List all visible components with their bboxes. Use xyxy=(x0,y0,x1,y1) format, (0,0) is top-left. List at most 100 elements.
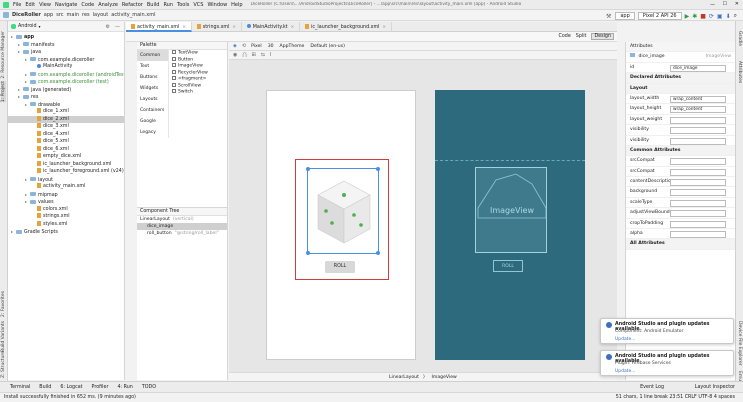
hammer-icon[interactable]: ⚒ xyxy=(606,13,611,20)
magnet-icon[interactable]: ⋂ xyxy=(242,52,246,58)
side-tab-resource-manager[interactable]: 2: Resource Manager xyxy=(1,31,6,79)
attribute-value-field[interactable] xyxy=(670,231,726,239)
update-link[interactable]: Update... xyxy=(615,337,636,342)
close-icon[interactable]: ✕ xyxy=(735,1,739,7)
attribute-value-field[interactable] xyxy=(670,168,726,176)
tree-item[interactable]: strings.xml xyxy=(8,213,124,221)
menu-code[interactable]: Code xyxy=(81,2,94,8)
menu-navigate[interactable]: Navigate xyxy=(55,2,77,8)
tree-item[interactable]: ▸ res xyxy=(8,93,124,101)
debug-icon[interactable]: ✱ xyxy=(692,13,697,20)
tree-item[interactable]: ▸ java xyxy=(8,48,124,56)
close-tab-icon[interactable]: ✕ xyxy=(232,24,235,29)
run-config-select[interactable]: app xyxy=(615,12,635,20)
attribute-value-field[interactable] xyxy=(670,179,726,187)
breadcrumb-file[interactable]: activity_main.xml xyxy=(111,12,155,18)
tree-item[interactable]: ▸ drawable xyxy=(8,101,124,109)
palette-item[interactable]: Switch xyxy=(169,89,227,96)
tree-item[interactable]: styles.xml xyxy=(8,220,124,229)
notification-emulator-update[interactable]: Android Studio and plugin updates availa… xyxy=(600,318,734,344)
sdk-manager-icon[interactable]: ⬇ xyxy=(726,13,731,20)
tree-item[interactable]: activity_main.xml xyxy=(8,183,124,191)
bottom-tab-logcat[interactable]: 6: Logcat xyxy=(60,385,82,390)
stop-icon[interactable]: ■ xyxy=(700,13,706,20)
close-tab-icon[interactable]: ✕ xyxy=(383,24,386,29)
bottom-tab-todo[interactable]: TODO xyxy=(142,385,156,390)
chevron-down-icon[interactable]: ▾ xyxy=(39,24,41,29)
id-field[interactable]: dice_image xyxy=(670,64,726,72)
tree-item[interactable]: dice_3.xml xyxy=(8,123,124,131)
project-view-select[interactable]: Android xyxy=(18,24,37,29)
view-mode-code[interactable]: Code xyxy=(559,34,571,39)
tree-item[interactable]: dice_4.xml xyxy=(8,130,124,139)
editor-tab[interactable]: ic_launcher_background.xml ✕ xyxy=(300,21,392,32)
tree-item[interactable]: dice_1.xml xyxy=(8,108,124,116)
tree-item[interactable]: ▸ app xyxy=(8,33,124,41)
blueprint-preview[interactable]: ImageView ROLL xyxy=(435,90,585,360)
editor-tab[interactable]: MainActivity.kt ✕ xyxy=(242,21,301,32)
tree-item[interactable]: colors.xml xyxy=(8,205,124,214)
palette-category[interactable]: Legacy xyxy=(137,127,168,138)
dice-image[interactable] xyxy=(306,167,380,255)
menu-refactor[interactable]: Refactor xyxy=(122,2,143,8)
layout-section[interactable]: Layout xyxy=(626,83,735,94)
palette-category[interactable]: Layouts xyxy=(137,94,168,105)
breadcrumb-src[interactable]: src xyxy=(56,12,63,18)
tree-item[interactable]: ▸ layout xyxy=(8,176,124,184)
attribute-value-field[interactable] xyxy=(670,137,726,145)
tree-item[interactable]: ▸ com.example.diceroller (test) xyxy=(8,78,124,86)
palette-category[interactable]: Buttons xyxy=(137,72,168,83)
tree-item[interactable]: ic_launcher_foreground.xml (v24) xyxy=(8,168,124,176)
attribute-value-field[interactable] xyxy=(670,210,726,218)
event-log-button[interactable]: Event Log xyxy=(640,385,664,390)
phone-preview[interactable]: ROLL xyxy=(266,90,416,360)
declared-attributes-section[interactable]: Declared Attributes xyxy=(626,73,735,84)
bottom-tab-run[interactable]: 4: Run xyxy=(117,385,132,390)
tree-item[interactable]: dice_5.xml xyxy=(8,138,124,146)
eye-icon[interactable]: ◉ xyxy=(233,52,237,58)
side-tab-build-variants[interactable]: Build Variants xyxy=(1,321,6,352)
design-breadcrumb-imageview[interactable]: ImageView xyxy=(432,375,457,380)
palette-category[interactable]: Widgets xyxy=(137,83,168,94)
side-tab-attributes[interactable]: Attributes xyxy=(737,61,742,83)
palette-category[interactable]: Common xyxy=(137,50,168,61)
device-select[interactable]: Pixel 2 API 26 xyxy=(637,12,682,20)
tree-item[interactable]: ▸ java (generated) xyxy=(8,86,124,94)
component-tree-node[interactable]: LinearLayout (vertical) xyxy=(137,216,227,223)
close-tab-icon[interactable]: ✕ xyxy=(182,24,185,29)
menu-vcs[interactable]: VCS xyxy=(193,2,203,8)
common-attributes-section[interactable]: Common Attributes xyxy=(626,145,735,157)
minimize-icon[interactable]: — xyxy=(710,2,715,8)
design-breadcrumb-linearlayout[interactable]: LinearLayout xyxy=(389,375,419,380)
view-mode-design[interactable]: Design xyxy=(591,33,614,40)
menu-view[interactable]: View xyxy=(39,2,51,8)
bottom-tab-build[interactable]: Build xyxy=(39,385,51,390)
breadcrumb-app[interactable]: app xyxy=(44,12,53,18)
tree-item[interactable]: MainActivity xyxy=(8,63,124,71)
notification-firebase-update[interactable]: Android Studio and plugin updates availa… xyxy=(600,350,734,376)
attribute-value-field[interactable] xyxy=(670,116,726,124)
menu-build[interactable]: Build xyxy=(147,2,160,8)
api-select[interactable]: 30 xyxy=(268,44,274,49)
palette-category[interactable]: Containers xyxy=(137,105,168,116)
layers-icon[interactable]: ◈ xyxy=(233,43,237,49)
sync-icon[interactable]: ⟳ xyxy=(709,13,714,20)
tree-item[interactable]: dice_2.xml xyxy=(8,115,124,123)
orientation-icon[interactable]: ⟲ xyxy=(242,43,246,49)
locale-select[interactable]: Default (en-us) xyxy=(310,44,345,49)
side-tab-favorites[interactable]: 2: Favorites xyxy=(1,291,6,317)
attribute-value-field[interactable]: wrap_content xyxy=(670,106,726,114)
menu-help[interactable]: Help xyxy=(231,2,242,8)
theme-select[interactable]: AppTheme xyxy=(280,44,305,49)
update-link[interactable]: Update... xyxy=(615,369,636,374)
margin-icon[interactable]: ⊞ xyxy=(251,52,255,58)
tree-item[interactable]: ▸ com.example.diceroller xyxy=(8,56,124,64)
tree-item[interactable]: ▸ mipmap xyxy=(8,191,124,199)
palette-category[interactable]: Text xyxy=(137,61,168,72)
tree-item[interactable]: ▸ com.example.diceroller (androidTest) xyxy=(8,71,124,79)
attribute-value-field[interactable]: wrap_content xyxy=(670,95,726,103)
editor-tab[interactable]: activity_main.xml ✕ xyxy=(126,21,192,32)
hide-icon[interactable]: — xyxy=(115,24,120,30)
breadcrumb-project[interactable]: DiceRoller xyxy=(12,12,41,18)
close-tab-icon[interactable]: ✕ xyxy=(291,24,294,29)
